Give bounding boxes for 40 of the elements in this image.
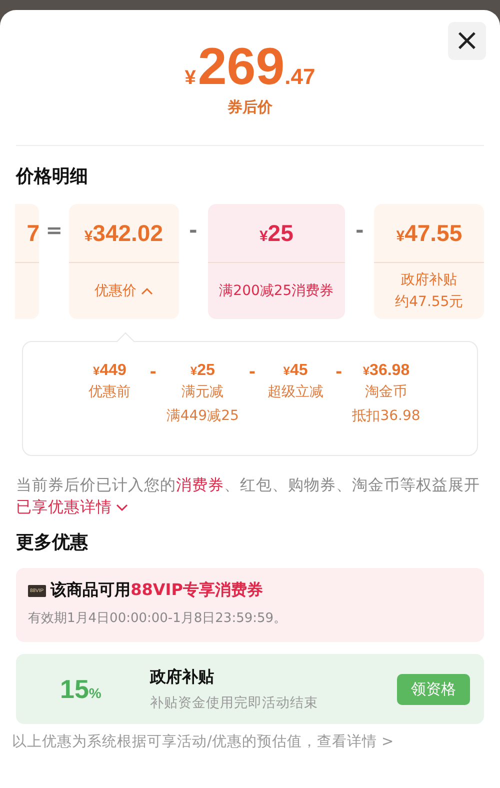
amount: ¥25 <box>190 362 215 380</box>
operator: = <box>44 217 64 244</box>
discount-label: 淘金币 抵扣36.98 <box>352 383 420 426</box>
price-card[interactable]: ¥342.02 优惠价 <box>68 204 179 319</box>
card-label: 满200减25消费券 <box>219 282 334 301</box>
discount-label: 优惠前 <box>88 383 131 402</box>
details-link[interactable]: 查看详情 > <box>316 734 394 750</box>
operator: - <box>354 217 365 244</box>
card-label: 优惠价 <box>94 282 137 301</box>
discount-label: 超级立减 <box>268 383 324 402</box>
price-card[interactable]: 7 <box>15 204 40 319</box>
amount: ¥342.02 <box>84 220 164 246</box>
amount: ¥36.98 <box>362 362 410 380</box>
subsidy-description: 补贴资金使用完即活动结束 <box>150 694 319 712</box>
amount: ¥25 <box>259 220 294 246</box>
operator: - <box>248 362 256 381</box>
price-note: 当前券后价已计入您的消费券、红包、购物券、淘金币等权益展开 已享优惠详情 <box>16 475 481 518</box>
amount: ¥449 <box>93 362 126 380</box>
operator: - <box>150 362 156 381</box>
section-title: 更多优惠 <box>16 531 89 554</box>
subsidy-title: 政府补贴 <box>150 666 215 688</box>
section-title: 价格明细 <box>16 165 89 188</box>
close-button[interactable]: × <box>448 22 486 60</box>
coupon-price: ¥269.47 <box>184 38 316 96</box>
price-card[interactable]: ¥47.55 政府补贴 约47.55元 <box>374 204 484 319</box>
price-card[interactable]: ¥25 满200减25消费券 <box>208 204 345 319</box>
percent: 15% <box>60 674 102 704</box>
amount: ¥47.55 <box>396 220 462 246</box>
validity-text: 有效期1月4日00:00:00-1月8日23:59:59。 <box>28 610 288 627</box>
price-label: 券后价 <box>228 98 272 117</box>
footer-note: 以上优惠为系统根据可享活动/优惠的预估值，查看详情 > <box>12 732 395 751</box>
vip-title: 该商品可用88VIP专享消费券 <box>50 580 263 601</box>
details-link[interactable]: 已享优惠详情 <box>16 498 128 516</box>
card-label: 政府补贴 约47.55元 <box>395 271 464 312</box>
operator: - <box>188 217 198 244</box>
operator: - <box>336 362 342 381</box>
claim-button[interactable]: 领资格 <box>397 674 470 704</box>
amount: 7 <box>26 220 40 246</box>
amount: ¥45 <box>283 362 308 380</box>
discount-label: 满元减 满449减25 <box>166 383 239 426</box>
